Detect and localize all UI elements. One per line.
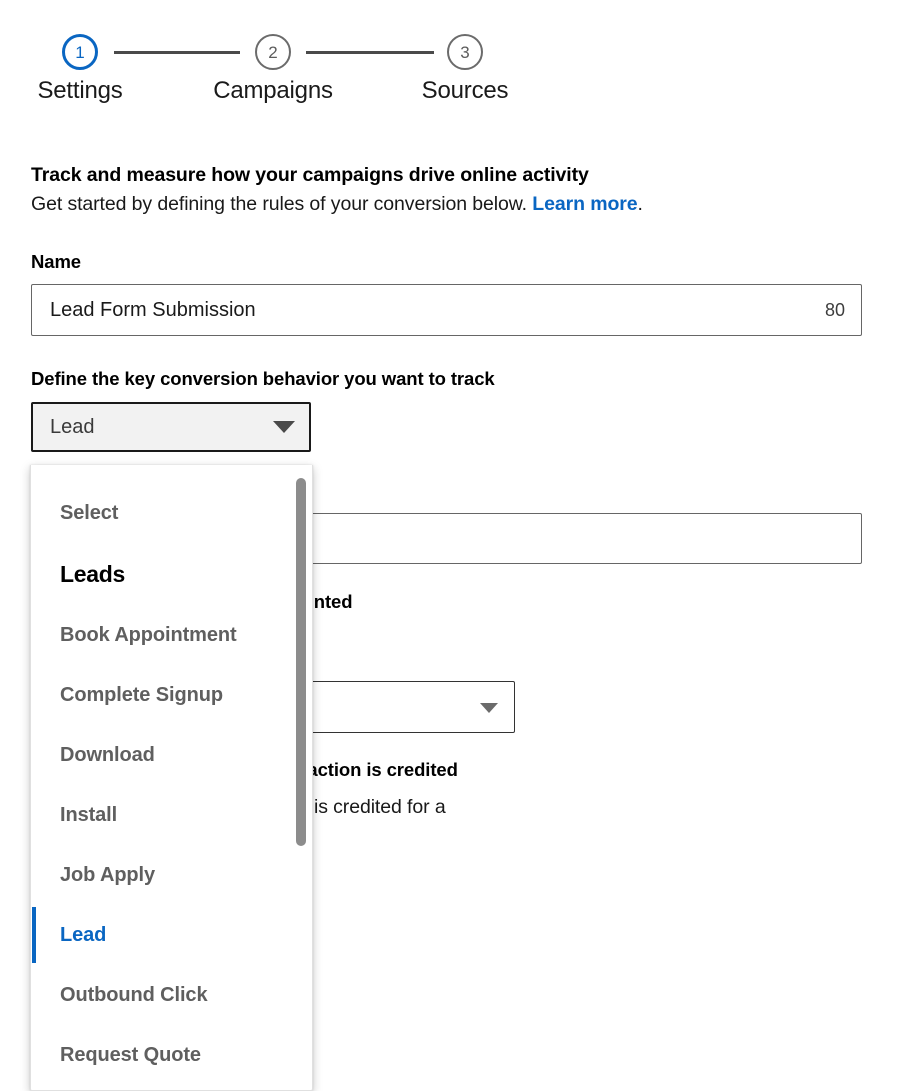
- behavior-field-label: Define the key conversion behavior you w…: [31, 368, 495, 389]
- conversion-behavior-value: Lead: [50, 415, 95, 438]
- intro-section: Track and measure how your campaigns dri…: [31, 162, 891, 218]
- dropdown-group-header-leads: Leads: [60, 560, 125, 587]
- step-label-sources: Sources: [421, 77, 509, 104]
- dropdown-option-request-quote[interactable]: Request Quote: [31, 1025, 312, 1085]
- step-number-badge-1: 1: [62, 34, 98, 70]
- step-label-campaigns: Campaigns: [213, 77, 333, 104]
- dropdown-option-job-apply[interactable]: Job Apply: [31, 845, 312, 905]
- name-input[interactable]: Lead Form Submission 80: [31, 284, 862, 336]
- page-subheadline: Get started by defining the rules of you…: [31, 191, 891, 218]
- progress-stepper: 1 Settings 2 Campaigns 3 Sources: [0, 34, 923, 124]
- dropdown-scrollbar-thumb[interactable]: [296, 478, 306, 846]
- dropdown-option-lead[interactable]: Lead: [31, 905, 312, 965]
- name-character-counter: 80: [824, 299, 845, 320]
- name-input-value: Lead Form Submission: [50, 298, 256, 321]
- name-field-label: Name: [31, 251, 81, 272]
- dropdown-option-download[interactable]: Download: [31, 725, 312, 785]
- step-label-settings: Settings: [37, 77, 123, 104]
- dropdown-option-list: Select Leads Book Appointment Complete Si…: [31, 465, 312, 1085]
- stepper-step-sources[interactable]: 3 Sources: [385, 34, 545, 105]
- subheadline-text: Get started by defining the rules of you…: [31, 193, 533, 215]
- chevron-down-icon-window: [466, 696, 498, 719]
- stepper-step-settings[interactable]: 1 Settings: [0, 34, 160, 105]
- learn-more-link-intro[interactable]: Learn more: [532, 193, 637, 215]
- dropdown-option-book-appointment[interactable]: Book Appointment: [31, 605, 312, 665]
- conversion-behavior-dropdown[interactable]: Select Leads Book Appointment Complete Si…: [30, 465, 313, 1091]
- stepper-step-campaigns[interactable]: 2 Campaigns: [193, 34, 353, 105]
- conversion-behavior-select[interactable]: Lead: [31, 402, 311, 452]
- dropdown-option-select[interactable]: Select: [31, 483, 312, 543]
- dropdown-option-complete-signup[interactable]: Complete Signup: [31, 665, 312, 725]
- step-number-badge-3: 3: [447, 34, 483, 70]
- subheadline-period: .: [637, 193, 643, 215]
- dropdown-option-install[interactable]: Install: [31, 785, 312, 845]
- step-number-badge-2: 2: [255, 34, 291, 70]
- dropdown-option-outbound-click[interactable]: Outbound Click: [31, 965, 312, 1025]
- chevron-down-icon: [259, 416, 295, 439]
- page-headline: Track and measure how your campaigns dri…: [31, 164, 589, 186]
